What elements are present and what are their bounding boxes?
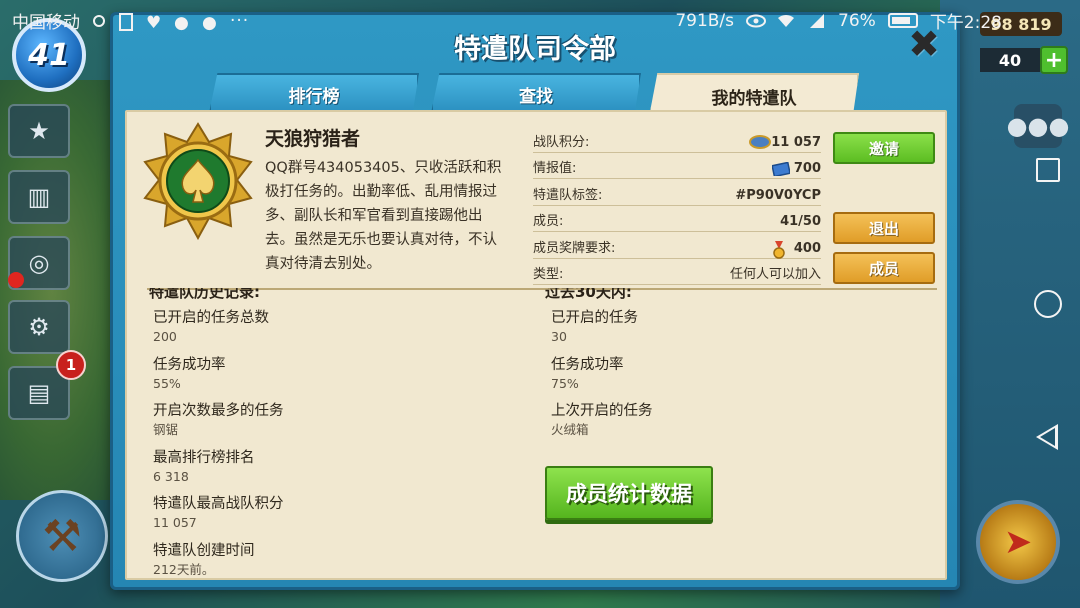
stat-item: 特遣队最高战队积分 11 057 (153, 494, 284, 541)
members-button[interactable]: 成员 (833, 252, 935, 284)
star-icon[interactable]: ★ (8, 104, 70, 158)
usb-icon (90, 13, 108, 29)
leaderboard-icon[interactable]: ▥ (8, 170, 70, 224)
network-speed: 791B/s (675, 10, 735, 31)
stat-value: 200 (153, 329, 177, 344)
stat-value: 火绒箱 (551, 422, 589, 437)
stat-item: 开启次数最多的任务 钢锯 (153, 401, 284, 448)
invite-button[interactable]: 邀请 (833, 132, 935, 164)
compass-icon[interactable]: ➤ (976, 500, 1060, 584)
member-stats-button[interactable]: 成员统计数据 (545, 466, 713, 520)
stat-value: 75% (551, 375, 579, 391)
stat-label: 任务成功率 (551, 356, 624, 373)
home-icon[interactable] (1034, 290, 1062, 318)
more-notifications-icon: ··· (230, 10, 250, 31)
recent-section-title: 过去30天内: (545, 288, 632, 301)
stat-label: 已开启的任务总数 (153, 310, 269, 326)
stat-value: 11 057 (153, 515, 197, 530)
medal-icon (749, 135, 772, 149)
alert-dot (8, 272, 24, 288)
history-stats: 已开启的任务总数 200 任务成功率 55% 开启次数最多的任务 钢锯 最高排行… (153, 308, 284, 587)
clan-info-list: 战队积分: 11 057 情报值: 700 特遣队标签: #P90V0YCP 成… (533, 126, 821, 285)
clan-description: QQ群号434053405、只收活跃和积极打任务的。出勤率低、乱用情报过多、副队… (265, 160, 502, 272)
heart-icon: ♥ (146, 12, 162, 33)
history-section-title: 特遣队历史记录: (149, 288, 260, 301)
clock: 下午2:28 (929, 13, 1002, 33)
medal-ribbon-icon (772, 241, 790, 259)
stat-item: 任务成功率 55% (153, 355, 284, 402)
info-row-score: 战队积分: 11 057 (533, 126, 821, 153)
stat-value: 钢锯 (153, 422, 179, 437)
signal-icon (808, 13, 826, 29)
info-label: 类型: (533, 267, 564, 282)
stat-item: 任务成功率 75% (551, 355, 653, 402)
info-label: 战队积分: (533, 134, 590, 150)
stat-value: 30 (551, 329, 567, 344)
clan-name: 天狼狩猎者 (265, 128, 361, 150)
section-divider (147, 288, 937, 290)
build-hammer-icon[interactable]: ⚒ (16, 490, 108, 582)
info-row-intel: 情报值: 700 (533, 153, 821, 179)
stat-item: 已开启的任务总数 200 (153, 308, 284, 355)
intel-icon (771, 161, 791, 177)
info-label: 情报值: (533, 161, 577, 176)
stat-value: 212天前。 (153, 561, 215, 577)
tab-leaderboard[interactable]: 排行榜 (209, 73, 419, 113)
stat-label: 已开启的任务 (551, 310, 638, 326)
info-value: 11 057 (771, 134, 821, 150)
stat-item: 特遣队创建时间 212天前。 (153, 541, 284, 588)
stat-label: 开启次数最多的任务 (153, 403, 284, 419)
tab-search[interactable]: 查找 (431, 73, 641, 113)
info-value: 400 (793, 240, 821, 256)
notification-badge: 1 (56, 350, 86, 380)
document-icon (118, 12, 136, 31)
battery-percent: 76% (838, 10, 876, 31)
info-value: #P90V0YCP (735, 187, 821, 203)
recent-apps-icon[interactable] (1036, 158, 1060, 182)
gems-counter: 40 (980, 48, 1040, 72)
info-row-type: 类型: 任何人可以加入 (533, 259, 821, 285)
message-icon: ● (202, 12, 217, 33)
stat-label: 特遣队创建时间 (153, 542, 255, 559)
stat-item: 已开启的任务 30 (551, 308, 653, 355)
carrier-name: 中国移动 (12, 13, 80, 33)
settings-gear-icon[interactable]: ⚙ (8, 300, 70, 354)
recent-stats: 已开启的任务 30 任务成功率 75% 上次开启的任务 火绒箱 (551, 308, 653, 448)
stat-item: 最高排行榜排名 6 318 (153, 448, 284, 495)
stat-value: 55% (153, 375, 181, 391)
wifi-icon (776, 13, 796, 29)
stat-label: 最高排行榜排名 (153, 449, 255, 466)
app-icon: ● (174, 12, 189, 33)
battery-icon (887, 13, 918, 28)
info-row-tag: 特遣队标签: #P90V0YCP (533, 179, 821, 206)
android-nav-bar (1030, 150, 1066, 470)
stat-label: 特遣队最高战队积分 (153, 496, 284, 512)
info-label: 成员奖牌要求: (533, 240, 616, 256)
back-icon[interactable] (1036, 424, 1058, 450)
stat-label: 上次开启的任务 (551, 403, 653, 419)
leave-button[interactable]: 退出 (833, 212, 935, 244)
buy-gems-button[interactable]: + (1040, 46, 1068, 74)
stat-value: 6 318 (153, 468, 189, 484)
task-force-panel: 天狼狩猎者 QQ群号434053405、只收活跃和积极打任务的。出勤率低、乱用情… (125, 110, 947, 580)
chat-bubble-icon[interactable]: ●●● (1007, 104, 1069, 148)
info-label: 特遣队标签: (533, 187, 603, 203)
info-value: 700 (793, 161, 821, 176)
info-label: 成员: (533, 214, 564, 229)
info-value: 41/50 (780, 214, 821, 229)
info-value: 任何人可以加入 (729, 267, 821, 282)
info-row-members: 成员: 41/50 (533, 206, 821, 232)
stat-item: 上次开启的任务 火绒箱 (551, 401, 653, 448)
stat-label: 任务成功率 (153, 356, 226, 373)
tab-bar: 排行榜 查找 我的特遣队 (209, 73, 869, 117)
eye-icon (746, 13, 767, 29)
clan-emblem-spade-icon (139, 122, 257, 241)
task-force-hq-dialog: 特遣队司令部 ✖ 排行榜 查找 我的特遣队 天狼狩猎者 QQ群号43405340… (110, 12, 960, 590)
android-status-bar: 中国移动 ♥ ● ● ··· 791B/s 76% 下午2:28 (0, 0, 1080, 40)
info-row-medal-requirement: 成员奖牌要求: 400 (533, 232, 821, 259)
